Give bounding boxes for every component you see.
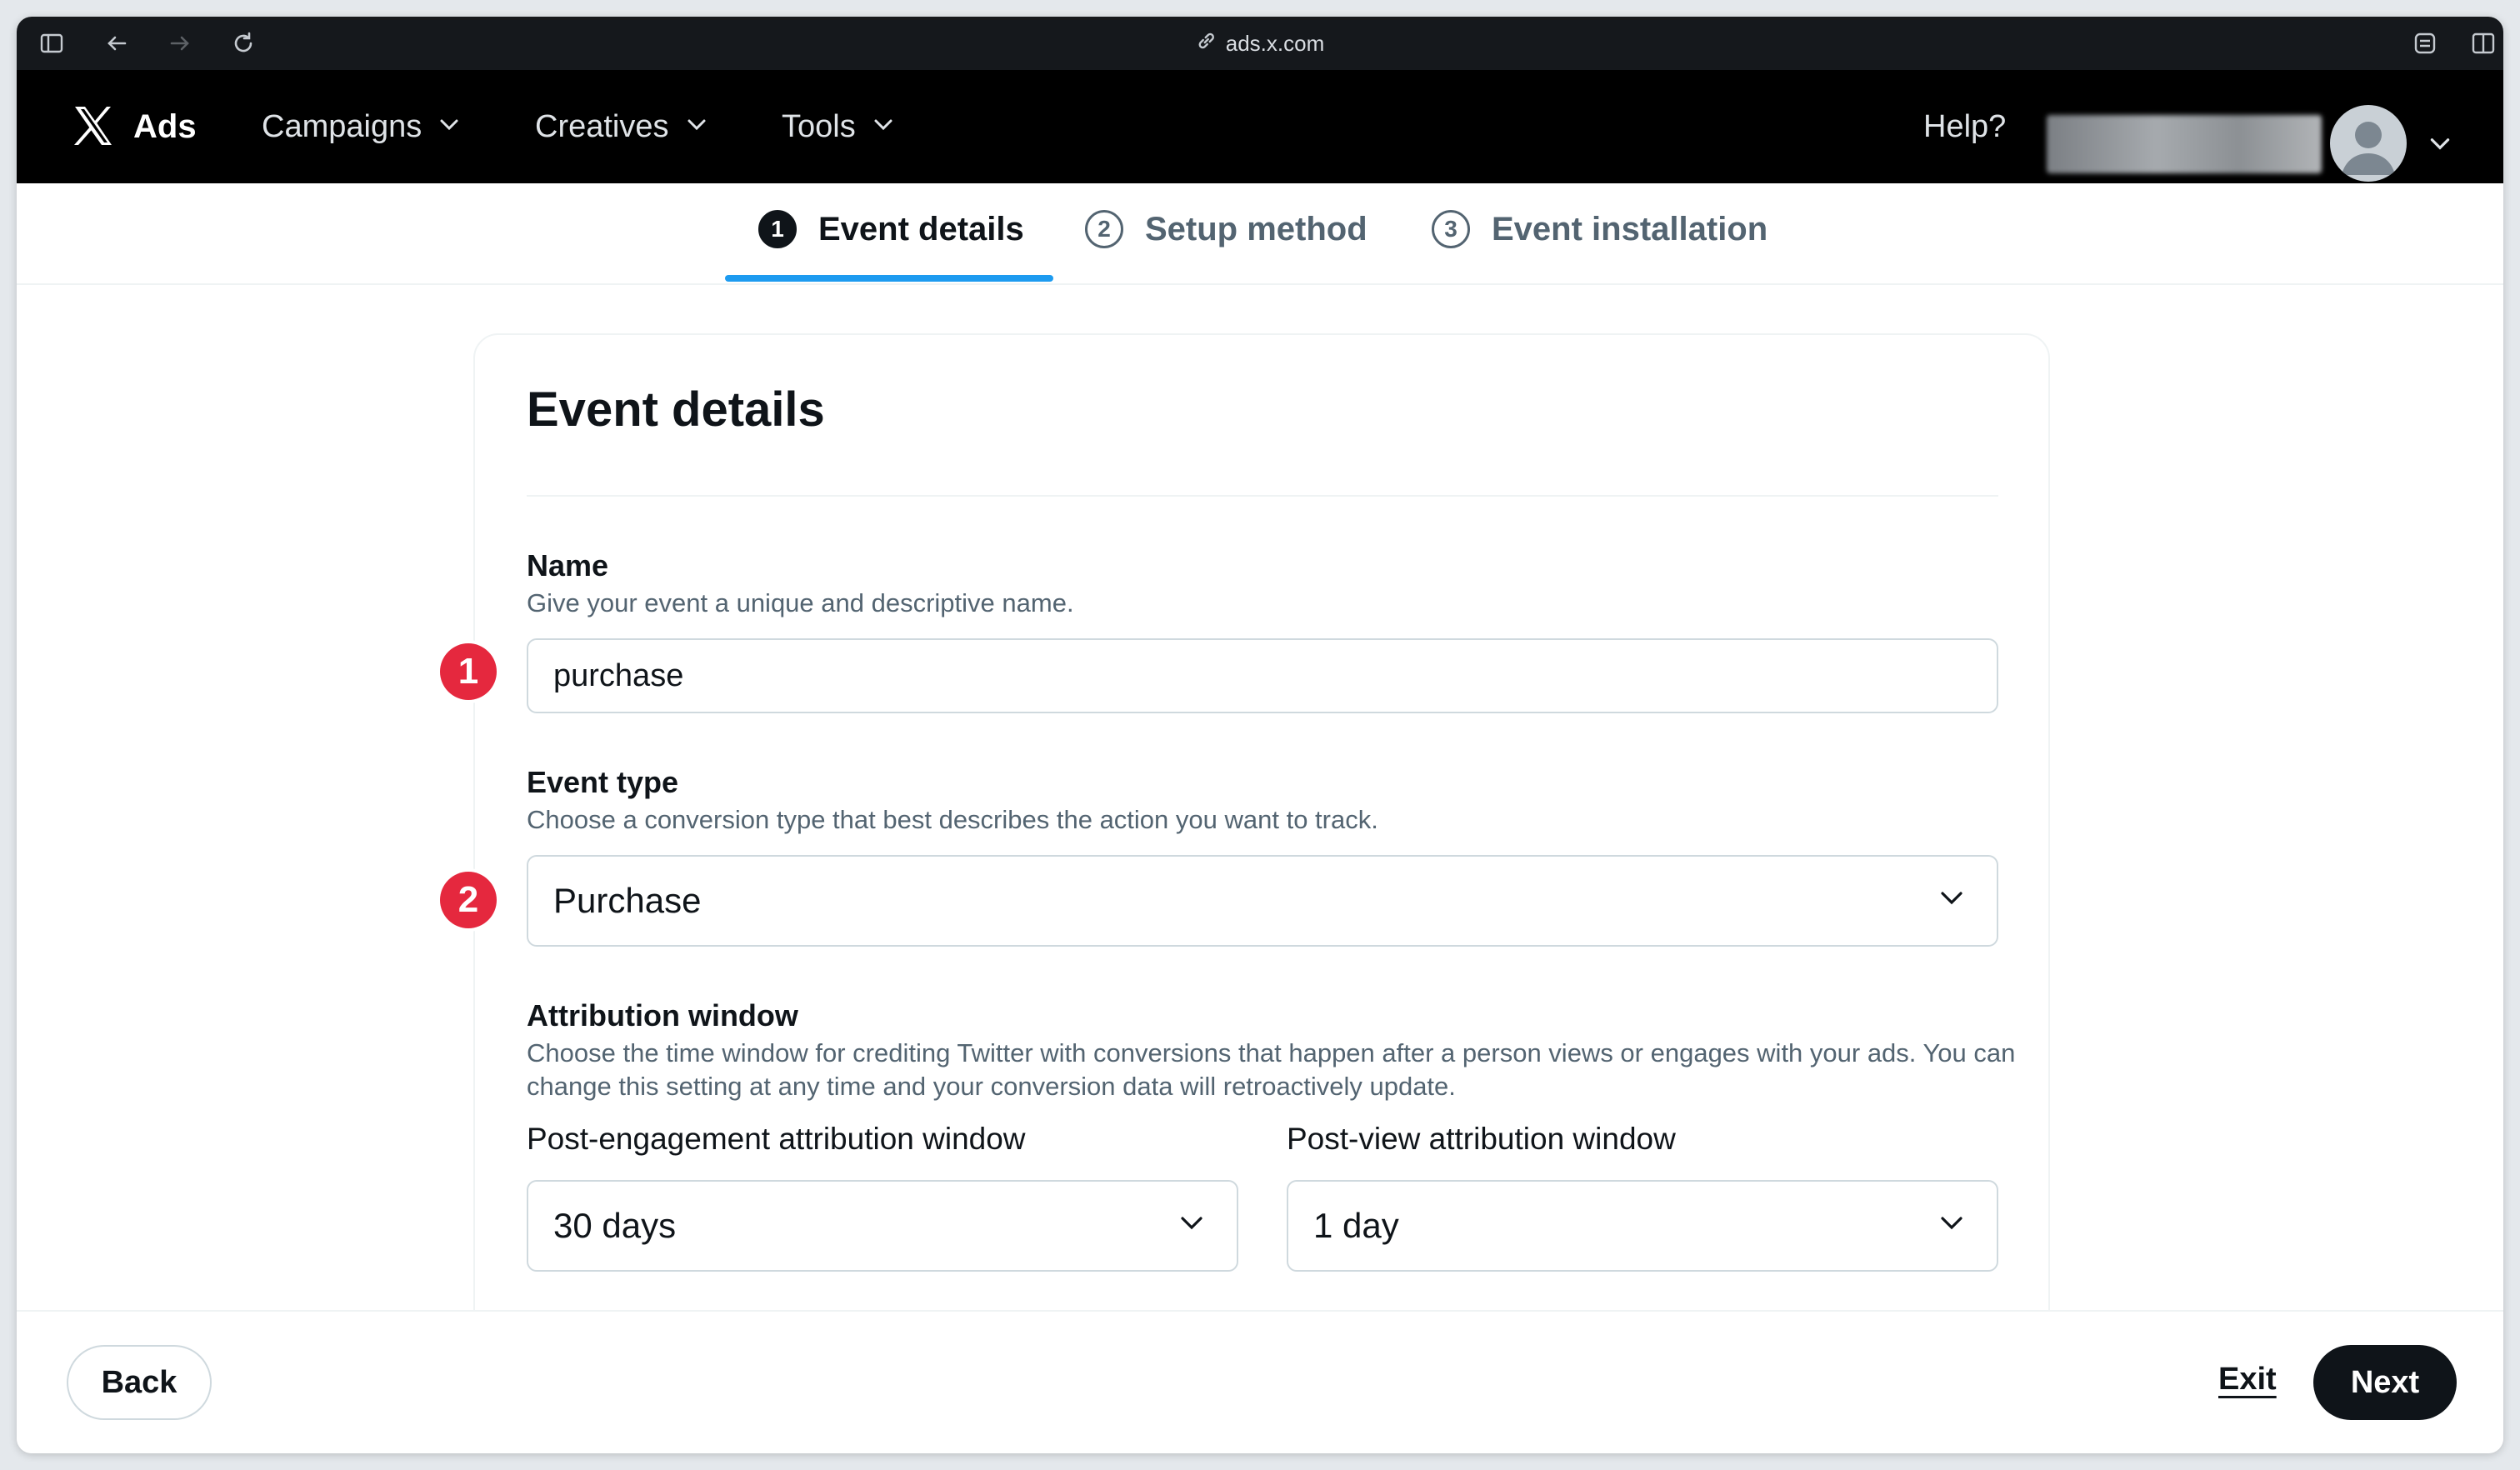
- back-arrow-icon[interactable]: [103, 30, 130, 57]
- name-input[interactable]: purchase: [527, 638, 1998, 713]
- account-name-redacted[interactable]: [2047, 115, 2322, 173]
- sidebar-toggle-icon[interactable]: [38, 30, 65, 57]
- event-type-value: Purchase: [553, 881, 702, 920]
- active-step-indicator: [725, 275, 1053, 282]
- step-event-details[interactable]: 1 Event details: [758, 200, 1024, 258]
- event-type-select[interactable]: Purchase: [527, 855, 1998, 947]
- reload-icon[interactable]: [230, 30, 257, 57]
- annotation-badge: 2: [440, 872, 497, 928]
- nav-label: Creatives: [535, 109, 669, 144]
- nav-campaigns[interactable]: Campaigns: [262, 107, 462, 147]
- event-details-card: Event details Name Give your event a uni…: [473, 333, 2050, 1453]
- footer-bar: Back Exit Next: [17, 1310, 2503, 1453]
- chevron-down-icon: [871, 107, 896, 147]
- browser-toolbar: ads.x.com: [17, 17, 2503, 71]
- brand-name: Ads: [133, 108, 197, 145]
- post-engagement-value: 30 days: [553, 1206, 677, 1245]
- name-input-value: purchase: [553, 658, 684, 693]
- chevron-down-icon[interactable]: [2427, 130, 2453, 157]
- attribution-help-text: Choose the time window for crediting Twi…: [527, 1038, 2016, 1101]
- step-event-installation[interactable]: 3 Event installation: [1432, 200, 1768, 258]
- post-view-label: Post-view attribution window: [1287, 1122, 1676, 1156]
- link-icon: [1196, 30, 1218, 58]
- step-setup-method[interactable]: 2 Setup method: [1085, 200, 1368, 258]
- back-button[interactable]: Back: [67, 1345, 212, 1420]
- annotation-badge: 1: [440, 643, 497, 700]
- forward-arrow-icon[interactable]: [167, 30, 193, 57]
- name-label: Name: [527, 548, 609, 582]
- avatar[interactable]: [2330, 105, 2407, 182]
- event-type-label: Event type: [527, 765, 679, 799]
- step-number: 3: [1432, 210, 1470, 248]
- chevron-down-icon: [684, 107, 709, 147]
- step-number: 2: [1085, 210, 1123, 248]
- help-link[interactable]: Help?: [1923, 107, 2006, 147]
- nav-creatives[interactable]: Creatives: [535, 107, 709, 147]
- extensions-icon[interactable]: [2412, 30, 2438, 57]
- name-help-text: Give your event a unique and descriptive…: [527, 588, 1074, 618]
- step-label: Setup method: [1145, 210, 1368, 248]
- step-label: Event installation: [1492, 210, 1768, 248]
- step-label: Event details: [818, 210, 1024, 248]
- chevron-down-icon: [437, 107, 462, 147]
- post-engagement-label: Post-engagement attribution window: [527, 1122, 1026, 1156]
- x-logo-icon[interactable]: [70, 103, 115, 148]
- chevron-down-icon: [1937, 1206, 1967, 1246]
- attribution-label: Attribution window: [527, 998, 798, 1032]
- chevron-down-icon: [1177, 1206, 1207, 1246]
- post-view-select[interactable]: 1 day: [1287, 1180, 1998, 1272]
- chevron-down-icon: [1937, 881, 1967, 921]
- card-title: Event details: [527, 382, 825, 437]
- address-bar[interactable]: ads.x.com: [1196, 30, 1325, 58]
- exit-link[interactable]: Exit: [2218, 1362, 2277, 1398]
- divider: [527, 495, 1998, 497]
- progress-stepper: 1 Event details 2 Setup method 3 Event i…: [17, 183, 2503, 285]
- url-text: ads.x.com: [1225, 31, 1325, 56]
- nav-label: Campaigns: [262, 109, 422, 144]
- step-number: 1: [758, 210, 797, 248]
- browser-window: ads.x.com Ads Campaigns Creatives Tools …: [17, 17, 2503, 1453]
- split-view-icon[interactable]: [2470, 30, 2497, 57]
- next-button[interactable]: Next: [2313, 1345, 2457, 1420]
- post-view-value: 1 day: [1313, 1206, 1399, 1245]
- nav-label: Tools: [782, 109, 856, 144]
- nav-tools[interactable]: Tools: [782, 107, 896, 147]
- event-type-help-text: Choose a conversion type that best descr…: [527, 805, 1378, 834]
- app-header: Ads Campaigns Creatives Tools Help?: [17, 70, 2503, 183]
- post-engagement-select[interactable]: 30 days: [527, 1180, 1238, 1272]
